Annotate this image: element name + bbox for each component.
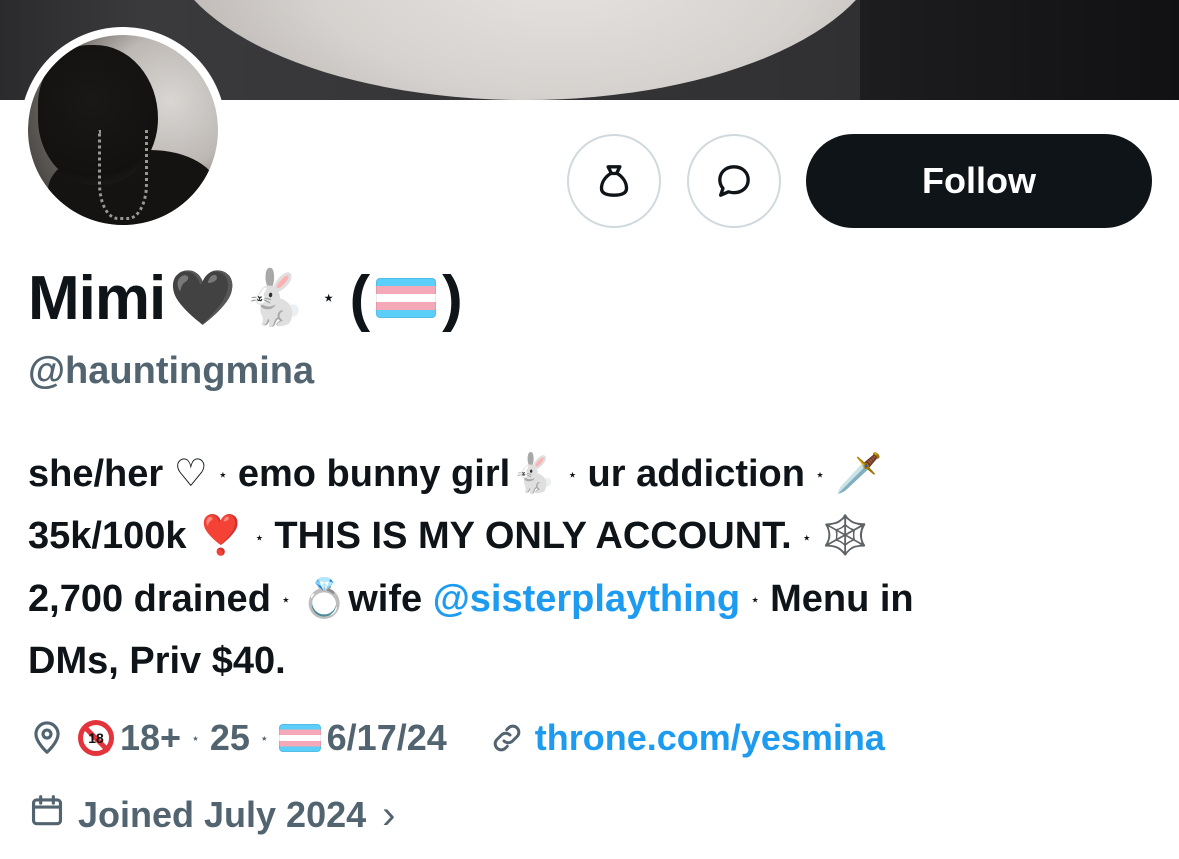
avatar-figure-chain [98, 130, 148, 220]
meta-separator: ⋆ [259, 729, 269, 746]
profile-meta: 18 18+ ⋆ 25 ⋆ 6/17/24 throne.com/yesmina [28, 712, 885, 764]
ring-emoji: 💍 [300, 577, 349, 620]
bio-text: DMs, Priv $40. [28, 640, 286, 683]
white-heart-icon: ♡ [173, 453, 208, 495]
bio-separator: ⋆ [280, 592, 291, 610]
joined-date-row[interactable]: Joined July 2024 › [28, 789, 395, 841]
location-text-age: 18+ [120, 717, 182, 758]
bio-separator: ⋆ [254, 529, 265, 547]
bio-text: wife [348, 577, 423, 620]
joined-date-text: Joined July 2024 [78, 794, 367, 835]
bio-text: Menu in [770, 577, 914, 620]
website-link[interactable]: throne.com/yesmina [535, 717, 885, 759]
avatar-image [28, 35, 218, 225]
bio-text: 2,700 drained [28, 577, 271, 620]
mention-link[interactable]: @sisterplaything [433, 578, 740, 620]
meta-separator: ⋆ [191, 729, 200, 746]
money-bag-icon [599, 165, 629, 197]
dagger-emoji: 🗡️ [835, 453, 883, 495]
message-bubble-icon [718, 165, 750, 197]
bio-separator: ⋆ [567, 467, 578, 485]
bio-line-1: she/her ♡ ⋆ emo bunny girl🐇 ⋆ ur addiction ⋆ 🗡… [28, 444, 1148, 506]
no-under-18-icon: 18 [78, 720, 114, 756]
bio-separator: ⋆ [814, 467, 825, 485]
link-icon [489, 720, 525, 756]
heart-exclamation-emoji: ❣️ [197, 515, 245, 558]
bio-line-3: 2,700 drained ⋆ 💍wife @sisterplaything ⋆ Men… [28, 569, 1148, 631]
follow-button[interactable]: Follow [806, 134, 1152, 228]
username-handle: @hauntingmina [28, 350, 315, 392]
black-heart-emoji: 🖤 [169, 268, 237, 328]
bio-separator: ⋆ [801, 529, 812, 547]
bio-separator: ⋆ [750, 592, 761, 610]
bio-separator: ⋆ [217, 467, 228, 485]
profile-bio: she/her ♡ ⋆ emo bunny girl🐇 ⋆ ur addiction ⋆ 🗡… [28, 444, 1148, 692]
chevron-right-icon: › [382, 792, 396, 837]
spider-web-emoji: 🕸️ [821, 515, 870, 558]
location-text-years: 25 [209, 717, 250, 758]
bio-pronouns: she/her [28, 453, 164, 495]
tip-button[interactable] [567, 134, 661, 228]
bio-text: emo bunny girl [237, 453, 511, 495]
location-pin-icon [28, 719, 66, 757]
name-separator: ⋆ [321, 285, 336, 310]
message-button[interactable] [687, 134, 781, 228]
rabbit-emoji: 🐇 [240, 268, 308, 328]
bio-line-4: DMs, Priv $40. [28, 631, 1148, 692]
bio-text: ur addiction [587, 453, 805, 495]
no-under-18-text: 18 [88, 730, 104, 746]
name-paren-open: ( [349, 263, 371, 333]
name-paren-close: ) [442, 263, 463, 333]
display-name-text: Mimi [28, 263, 166, 333]
rabbit-emoji: 🐇 [510, 453, 558, 495]
banner-image-shape [165, 0, 885, 100]
display-name: Mimi 🖤 🐇 ⋆ ( ) [28, 262, 463, 334]
trans-flag-icon [278, 724, 321, 752]
location-text-date: 6/17/24 [326, 717, 447, 758]
banner-image-dark-area [860, 0, 1179, 100]
bio-text: THIS IS MY ONLY ACCOUNT. [274, 515, 792, 558]
calendar-icon [28, 792, 66, 839]
trans-flag-icon [376, 278, 437, 318]
avatar[interactable] [20, 27, 226, 233]
bio-text: 35k/100k [28, 515, 187, 558]
bio-line-2: 35k/100k ❣️ ⋆ THIS IS MY ONLY ACCOUNT. ⋆ 🕸️ [28, 506, 1148, 568]
